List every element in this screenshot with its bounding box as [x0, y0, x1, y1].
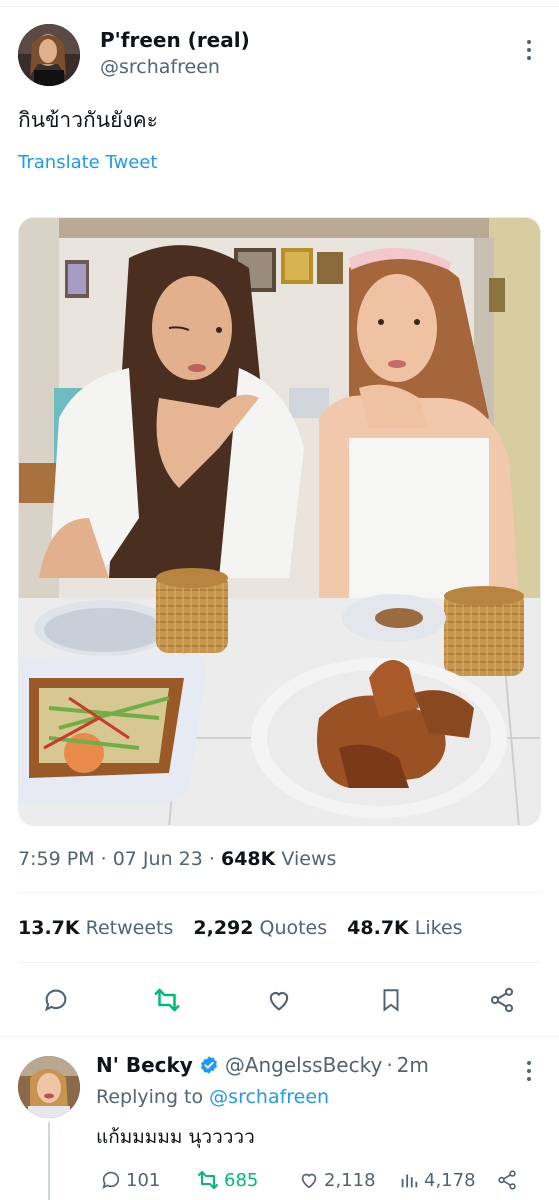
heart-icon	[301, 1173, 317, 1189]
divider	[18, 892, 541, 893]
share-icon[interactable]	[484, 982, 520, 1018]
reply-author-avatar[interactable]	[18, 1056, 80, 1118]
bookmark-icon[interactable]	[373, 982, 409, 1018]
share-icon	[498, 1170, 516, 1190]
likes-label: Likes	[414, 917, 463, 939]
retweets-label: Retweets	[85, 917, 174, 939]
views-chart-icon	[401, 1174, 418, 1188]
tweet-meta: 7:59 PM · 07 Jun 23 · 648K Views	[18, 848, 337, 870]
retweets-stat[interactable]: 13.7K Retweets	[18, 917, 173, 939]
likes-count: 48.7K	[347, 917, 409, 939]
engagement-stats: 13.7K Retweets 2,292 Quotes 48.7K Likes	[18, 917, 463, 939]
quotes-label: Quotes	[259, 917, 328, 939]
likes-stat[interactable]: 48.7K Likes	[347, 917, 462, 939]
reply-reply-count: 101	[126, 1169, 161, 1191]
author-display-name[interactable]: P'freen (real)	[100, 28, 250, 52]
reply-text: แก้มมมมม นุววววว	[96, 1126, 255, 1148]
tweet-time[interactable]: 7:59 PM	[18, 848, 95, 870]
thread-line	[48, 1122, 50, 1200]
tweet-date[interactable]: 07 Jun 23	[113, 848, 203, 870]
retweets-count: 13.7K	[18, 917, 80, 939]
reply-like-button[interactable]: 2,118	[298, 1166, 376, 1194]
divider	[18, 962, 541, 963]
replying-to: Replying to @srchafreen	[96, 1086, 329, 1108]
author-handle[interactable]: @srchafreen	[100, 56, 220, 78]
reply-separator: ·	[386, 1053, 393, 1077]
reply-author-handle[interactable]: @AngelssBecky	[225, 1053, 382, 1077]
reply-view-count: 4,178	[424, 1169, 476, 1191]
translate-tweet-link[interactable]: Translate Tweet	[18, 152, 157, 173]
reply-icon	[102, 1171, 120, 1189]
heart-icon[interactable]	[261, 982, 297, 1018]
replying-to-mention[interactable]: @srchafreen	[209, 1086, 329, 1108]
tweet-action-bar	[0, 982, 559, 1018]
retweet-icon	[198, 1171, 218, 1189]
replying-prefix: Replying to	[96, 1086, 204, 1108]
top-divider	[0, 6, 559, 7]
author-avatar[interactable]	[18, 24, 80, 86]
reply-reply-button[interactable]: 101	[100, 1166, 160, 1194]
tweet-photo[interactable]	[18, 217, 541, 826]
reply-action-bar: 101 685 2,118 4,178	[96, 1166, 536, 1194]
reply-like-count: 2,118	[324, 1169, 376, 1191]
verified-badge-icon	[200, 1056, 217, 1074]
reply-retweet-button[interactable]: 685	[196, 1166, 258, 1194]
reply-share-button[interactable]	[496, 1166, 518, 1194]
reply-icon[interactable]	[38, 982, 74, 1018]
reply-author-name[interactable]: N' Becky	[96, 1053, 193, 1077]
reply-retweet-count: 685	[224, 1169, 259, 1191]
views-count: 648K	[220, 848, 276, 870]
reply-header: N' Becky @AngelssBecky · 2m	[96, 1053, 429, 1077]
retweet-icon[interactable]	[149, 982, 185, 1018]
reply-more-icon[interactable]	[520, 1058, 538, 1084]
section-divider	[0, 1036, 559, 1037]
reply-views-button[interactable]: 4,178	[398, 1166, 476, 1194]
tweet-text: กินข้าวกันยังคะ	[18, 108, 158, 132]
more-icon[interactable]	[520, 36, 538, 64]
quotes-stat[interactable]: 2,292 Quotes	[193, 917, 327, 939]
views-label: Views	[281, 848, 337, 870]
quotes-count: 2,292	[193, 917, 254, 939]
reply-timestamp[interactable]: 2m	[397, 1053, 429, 1077]
